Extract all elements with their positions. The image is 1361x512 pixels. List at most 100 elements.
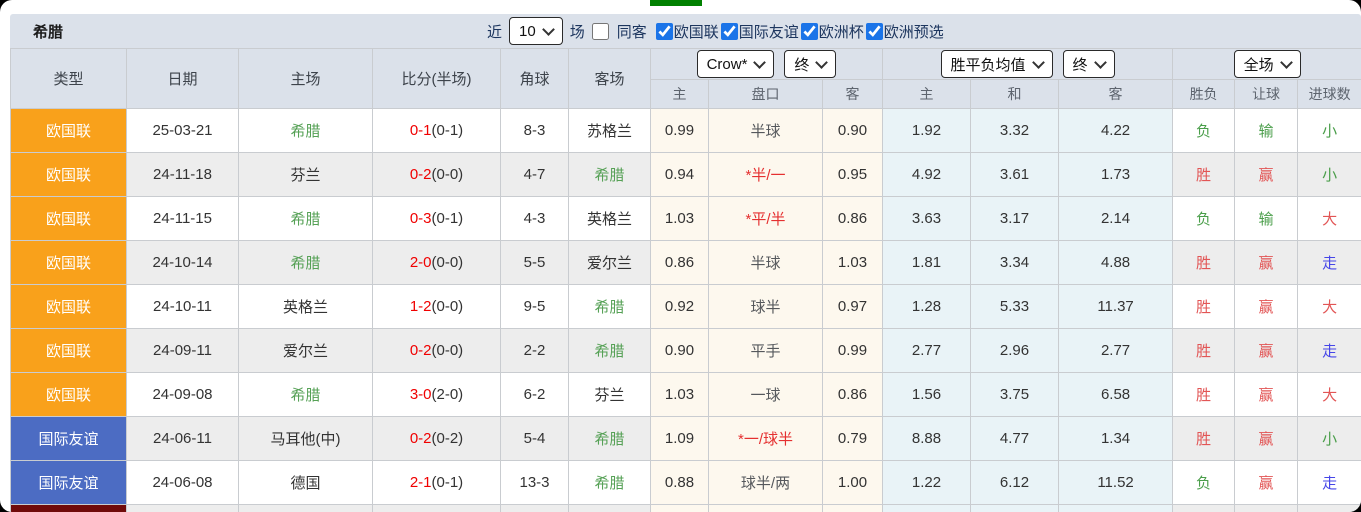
odds-time-value: 终: [794, 54, 809, 75]
fulltime-score: 0-2: [410, 430, 432, 447]
avg-home: 1.28: [883, 285, 971, 329]
filter-item: 国际友谊: [721, 21, 799, 42]
result: 负: [1173, 109, 1235, 153]
result: 负: [1173, 461, 1235, 505]
score-cell: 2-0(0-0): [373, 241, 501, 285]
filter-label: 国际友谊: [739, 21, 799, 42]
subheader-handicap-result: 让球: [1235, 80, 1298, 109]
handicap: *半/一: [709, 153, 823, 197]
odds-home: 0.86: [651, 241, 709, 285]
table-row: 欧国联24-11-15希腊0-3(0-1)4-3英格兰1.03*平/半0.863…: [11, 197, 1361, 241]
subheader-result: 胜负: [1173, 80, 1235, 109]
result: 负: [1173, 197, 1235, 241]
corner-score: 4-7: [501, 153, 569, 197]
fulltime-score: 0-2: [410, 166, 432, 183]
away-team: 希腊: [569, 417, 651, 461]
avg-away: 2.40: [1059, 505, 1173, 512]
match-date: 24-06-08: [127, 461, 239, 505]
active-tab-indicator: [650, 0, 702, 6]
filter-checkbox[interactable]: [801, 23, 818, 40]
avg-away: 4.22: [1059, 109, 1173, 153]
avg-draw: 3.61: [971, 153, 1059, 197]
avg-time-value: 终: [1073, 54, 1088, 75]
avg-draw: 3.75: [971, 373, 1059, 417]
table-row: 欧国联24-09-11爱尔兰0-2(0-0)2-2希腊0.90平手0.992.7…: [11, 329, 1361, 373]
table-row: 欧国联24-10-14希腊2-0(0-0)5-5爱尔兰0.86半球1.031.8…: [11, 241, 1361, 285]
away-team: 希腊: [569, 329, 651, 373]
avg-away: 2.77: [1059, 329, 1173, 373]
filter-checkbox[interactable]: [866, 23, 883, 40]
chevron-down-icon: [754, 56, 767, 69]
result: 平: [1173, 505, 1235, 512]
handicap-result: 赢: [1235, 153, 1298, 197]
avg-home: 1.56: [883, 373, 971, 417]
subheader-goals: 进球数: [1298, 80, 1361, 109]
fulltime-score: 1-2: [410, 298, 432, 315]
subheader-odds-away: 客: [823, 80, 883, 109]
header-score: 比分(半场): [373, 49, 501, 109]
filter-label: 欧洲杯: [819, 21, 864, 42]
handicap: 平手: [709, 329, 823, 373]
score-cell: 0-2(0-0): [373, 153, 501, 197]
halftime-score: (0-0): [432, 166, 464, 183]
match-date: 25-03-21: [127, 109, 239, 153]
avg-source-select[interactable]: 胜平负均值: [941, 50, 1053, 78]
competition-badge: 欧国联: [11, 241, 127, 285]
avg-time-select[interactable]: 终: [1063, 50, 1115, 78]
odds-source-select[interactable]: Crow*: [697, 50, 775, 78]
odds-time-select[interactable]: 终: [784, 50, 836, 78]
result: 胜: [1173, 241, 1235, 285]
away-team: 芬兰: [569, 373, 651, 417]
halftime-score: (2-0): [432, 386, 464, 403]
match-date: 24-09-11: [127, 329, 239, 373]
avg-home: 1.81: [883, 241, 971, 285]
away-team: 希腊: [569, 461, 651, 505]
avg-group-header: 胜平负均值 终: [883, 49, 1173, 80]
table-row: 欧国联25-03-21希腊0-1(0-1)8-3苏格兰0.99半球0.901.9…: [11, 109, 1361, 153]
score-cell: 1-2(0-0): [373, 285, 501, 329]
competition-badge: 国际友谊: [11, 417, 127, 461]
avg-draw: 3.32: [971, 109, 1059, 153]
competition-badge: 欧国联: [11, 153, 127, 197]
match-date: 24-11-18: [127, 153, 239, 197]
home-team: 德国: [239, 461, 373, 505]
filter-controls: 近 10 场 同客 欧国联国际友谊欧洲杯欧洲预选: [484, 14, 944, 48]
same-venue-checkbox[interactable]: [592, 23, 609, 40]
filter-checkbox[interactable]: [721, 23, 738, 40]
score-cell: 0-3(0-1): [373, 197, 501, 241]
subheader-avg-home: 主: [883, 80, 971, 109]
avg-source-value: 胜平负均值: [951, 54, 1026, 75]
table-row: 国际友谊24-06-08德国2-1(0-1)13-3希腊0.88球半/两1.00…: [11, 461, 1361, 505]
recent-count-select[interactable]: 10: [509, 17, 563, 45]
goals-result: 小: [1298, 505, 1361, 512]
handicap-result: 赢: [1235, 461, 1298, 505]
fulltime-score: 0-1: [410, 122, 432, 139]
odds-away: 1.00: [823, 461, 883, 505]
avg-away: 6.58: [1059, 373, 1173, 417]
away-team: 爱尔兰: [569, 241, 651, 285]
avg-draw: 2.94: [971, 505, 1059, 512]
handicap-result: 输: [1235, 505, 1298, 512]
odds-group-header: Crow* 终: [651, 49, 883, 80]
handicap: 半球: [709, 241, 823, 285]
subheader-avg-away: 客: [1059, 80, 1173, 109]
avg-away: 2.14: [1059, 197, 1173, 241]
scope-select[interactable]: 全场: [1234, 50, 1301, 78]
games-label: 场: [570, 21, 585, 42]
filter-checkbox[interactable]: [656, 23, 673, 40]
corner-score: 4-3: [501, 197, 569, 241]
table-row: 国际友谊24-06-11马耳他(中)0-2(0-2)5-4希腊1.09*一/球半…: [11, 417, 1361, 461]
stats-panel: 希腊 近 10 场 同客 欧国联国际友谊欧洲杯欧洲预选 类型 日期 主场 比: [0, 0, 1361, 512]
odds-home: 0.94: [651, 153, 709, 197]
halftime-score: (0-1): [432, 474, 464, 491]
subheader-avg-draw: 和: [971, 80, 1059, 109]
match-date: 24-10-14: [127, 241, 239, 285]
chevron-down-icon: [542, 23, 555, 36]
corner-score: 9-5: [501, 285, 569, 329]
goals-result: 大: [1298, 285, 1361, 329]
avg-draw: 6.12: [971, 461, 1059, 505]
avg-away: 4.88: [1059, 241, 1173, 285]
handicap: 球半/两: [709, 461, 823, 505]
halftime-score: (0-1): [432, 210, 464, 227]
goals-result: 大: [1298, 373, 1361, 417]
